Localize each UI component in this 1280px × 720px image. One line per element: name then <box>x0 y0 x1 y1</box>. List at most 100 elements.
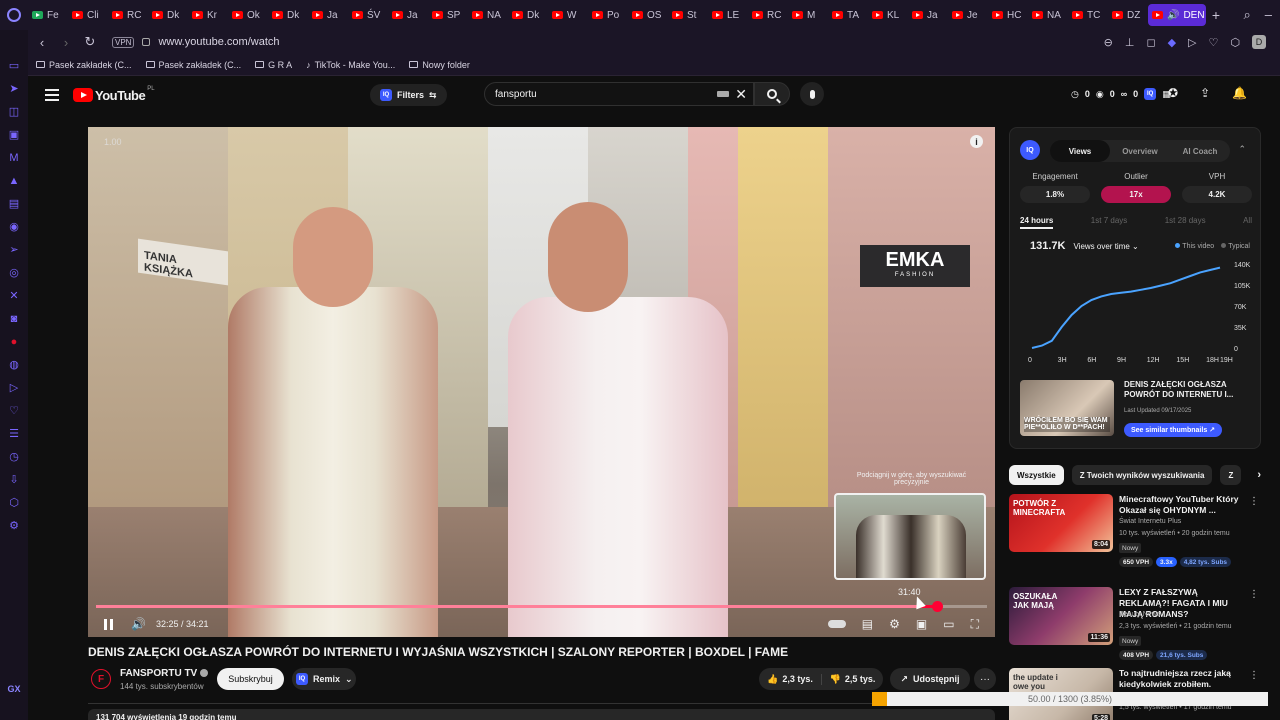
sidebar-item-download-icon[interactable]: ⇩ <box>0 468 28 491</box>
forward-arrow-icon[interactable]: › <box>56 35 76 50</box>
tab-item[interactable]: KL <box>868 4 908 26</box>
rec-thumbnail[interactable]: OSZUKAŁA JAK MAJĄ 11:36 <box>1009 587 1113 645</box>
tab-item[interactable]: St <box>668 4 708 26</box>
extension-stats[interactable]: ◷ 0 ◉ 0 ∞ 0 IQ ▦ <box>1071 88 1171 100</box>
iq-tab-ai-coach[interactable]: AI Coach <box>1170 140 1230 162</box>
views-over-time-select[interactable]: Views over time ⌄ <box>1073 242 1138 251</box>
tab-item[interactable]: Dk <box>268 4 308 26</box>
tab-item[interactable]: RC <box>748 4 788 26</box>
play-icon[interactable]: ▷ <box>1188 36 1196 49</box>
settings-icon[interactable]: ⚙ <box>889 617 900 631</box>
search-input[interactable]: fansportu ✕ <box>484 82 754 106</box>
pause-icon[interactable] <box>104 618 113 630</box>
theater-mode-icon[interactable]: ▭ <box>943 617 954 631</box>
channel-avatar[interactable]: F <box>91 669 111 689</box>
menu-icon[interactable] <box>45 89 59 101</box>
sidebar-item-instagram-icon[interactable]: ◎ <box>0 261 28 284</box>
collapse-chevron-icon[interactable]: ⌃ <box>1238 144 1246 155</box>
award-icon[interactable]: ✪ <box>1168 86 1178 100</box>
iq-small-icon[interactable]: IQ <box>1144 88 1157 100</box>
tab-item[interactable]: NA <box>1028 4 1068 26</box>
rec-item[interactable]: OSZUKAŁA JAK MAJĄ 11:36 LEXY Z FAŁSZYWĄ RE… <box>1009 587 1261 671</box>
similar-thumbnails-button[interactable]: See similar thumbnails ↗ <box>1124 423 1222 437</box>
bookmark-item[interactable]: Pasek zakładek (C... <box>36 60 132 70</box>
lock-icon[interactable] <box>142 38 151 46</box>
keyboard-icon[interactable] <box>717 91 730 97</box>
iq-tab-overview[interactable]: Overview <box>1110 140 1170 162</box>
tab-item[interactable]: Kr <box>188 4 228 26</box>
volume-icon[interactable]: 🔊 <box>131 617 146 631</box>
youtube-logo[interactable]: YouTube PL <box>73 86 155 103</box>
bookmark-item[interactable]: ♪ TikTok - Make You... <box>306 60 395 70</box>
sidebar-item-discord-icon[interactable]: ◙ <box>0 307 28 330</box>
sidebar-item-twitch-icon[interactable]: ▤ <box>0 192 28 215</box>
heart-icon[interactable]: ♡ <box>1209 36 1219 49</box>
info-icon[interactable]: i <box>970 135 983 148</box>
profile-avatar[interactable]: D <box>1252 35 1266 49</box>
sidebar-item-heart-icon[interactable]: ♡ <box>0 399 28 422</box>
sidebar-item-shopping-icon[interactable]: ◫ <box>0 100 28 123</box>
video-player[interactable]: TANIA KSIĄŻKA EMKA FASHION 1.00 i Podcią… <box>88 127 995 637</box>
bookmark-item[interactable]: Nowy folder <box>409 60 470 70</box>
description-box[interactable]: 131 704 wyświetlenia 19 godzin temu <box>88 709 995 720</box>
rec-channel[interactable]: Świat Internetu Plus <box>1119 518 1181 525</box>
zoom-icon[interactable]: ⊖ <box>1104 36 1113 49</box>
minimize-icon[interactable]: – <box>1265 7 1272 23</box>
url-field[interactable]: www.youtube.com/watch <box>158 36 279 48</box>
sidebar-item-x-icon[interactable]: ✕ <box>0 284 28 307</box>
tab-item[interactable]: NA <box>468 4 508 26</box>
tab-item[interactable]: ŚV <box>348 4 388 26</box>
bell-icon[interactable]: 🔔 <box>1232 86 1247 100</box>
sidebar-item-player-icon[interactable]: ▷ <box>0 376 28 399</box>
sidebar-item-send-icon[interactable]: ➤ <box>0 77 28 100</box>
range-tab[interactable]: All <box>1243 216 1252 229</box>
tab-item[interactable]: Ja <box>908 4 948 26</box>
progress-bar[interactable] <box>96 601 987 612</box>
more-vert-icon[interactable]: ⋮ <box>1249 589 1259 600</box>
tab-item[interactable]: TC <box>1068 4 1108 26</box>
tab-item[interactable]: Dk <box>148 4 188 26</box>
tab-item[interactable]: Ok <box>228 4 268 26</box>
tab-item[interactable]: Fe <box>28 4 68 26</box>
bookmark-item[interactable]: G R A <box>255 60 292 70</box>
tab-item[interactable]: SP <box>428 4 468 26</box>
sidebar-item-clock-icon[interactable]: ◷ <box>0 445 28 468</box>
subtitles-icon[interactable]: ▤ <box>862 617 873 631</box>
dislike-button[interactable]: 👎 2,5 tys. <box>821 673 883 685</box>
rec-thumbnail[interactable]: POTWÓR Z MINECRAFTA 8:04 <box>1009 494 1113 552</box>
tab-item[interactable]: DZ <box>1108 4 1148 26</box>
tab-active[interactable]: 🔊 DEN <box>1148 4 1206 26</box>
fullscreen-icon[interactable]: ⛶ <box>971 617 979 632</box>
tab-item[interactable]: TA <box>828 4 868 26</box>
filter-chip[interactable]: Z <box>1220 465 1242 485</box>
sidebar-item-settings-icon[interactable]: ⚙ <box>0 514 28 537</box>
tab-item[interactable]: OS <box>628 4 668 26</box>
sidebar-item-red-icon[interactable]: ● <box>0 330 28 353</box>
more-actions-button[interactable]: ··· <box>974 668 996 690</box>
vpn-badge[interactable]: VPN <box>112 36 135 48</box>
sidebar-item-box-icon[interactable]: ⬡ <box>0 491 28 514</box>
sidebar-item-messenger2-icon[interactable]: ◉ <box>0 215 28 238</box>
autoplay-toggle[interactable] <box>827 620 846 628</box>
upload-icon[interactable]: ⇪ <box>1200 86 1210 100</box>
subscribe-button[interactable]: Subskrybuj <box>217 668 284 690</box>
range-tab[interactable]: 1st 7 days <box>1091 216 1127 229</box>
chevron-right-icon[interactable]: › <box>1257 469 1261 481</box>
tab-item[interactable]: Cli <box>68 4 108 26</box>
rec-item[interactable]: POTWÓR Z MINECRAFTA 8:04 Minecraftowy YouT… <box>1009 494 1261 578</box>
new-tab-button[interactable]: + <box>1206 7 1226 23</box>
sidebar-item-wallet-icon[interactable]: ▣ <box>0 123 28 146</box>
opera-menu-button[interactable] <box>0 0 28 30</box>
filter-chip[interactable]: Z Twoich wyników wyszukiwania <box>1071 465 1213 485</box>
filters-button[interactable]: IQ Filters ⇆ <box>370 84 447 106</box>
share-button[interactable]: ↗ Udostępnij <box>890 668 970 690</box>
range-tab[interactable]: 1st 28 days <box>1165 216 1206 229</box>
more-vert-icon[interactable]: ⋮ <box>1249 496 1259 507</box>
sidebar-item-history-icon[interactable]: ☰ <box>0 422 28 445</box>
more-vert-icon[interactable]: ⋮ <box>1249 670 1259 681</box>
filter-chip[interactable]: Wszystkie <box>1009 465 1064 485</box>
tab-item[interactable]: Dk <box>508 4 548 26</box>
tab-item[interactable]: Ja <box>308 4 348 26</box>
iq-thumbnail[interactable]: WRÓCIŁEM BO SIĘ WAM PIE**OLIŁO W D**PACH… <box>1020 380 1114 436</box>
sidebar-item-messenger-icon[interactable]: ▭ <box>0 54 28 77</box>
